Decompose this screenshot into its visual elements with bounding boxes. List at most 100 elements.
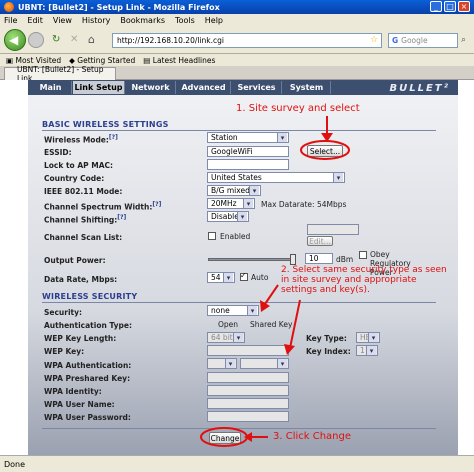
url-text: http://192.168.10.20/link.cgi [117, 36, 224, 45]
bookmark-getting-started[interactable]: ◆ Getting Started [69, 56, 135, 65]
essid-label: ESSID: [44, 148, 72, 157]
auth-open-radio[interactable]: Open [218, 320, 238, 329]
annotation-1: 1. Site survey and select [236, 103, 360, 114]
search-input[interactable]: G Google [388, 33, 458, 48]
menu-view[interactable]: View [53, 16, 72, 25]
menu-file[interactable]: File [4, 16, 17, 25]
width-select[interactable]: 20MHz [207, 198, 255, 209]
browser-tab[interactable]: UBNT: [Bullet2] - Setup Link [4, 65, 116, 83]
minimize-icon[interactable]: _ [430, 1, 442, 12]
key-index-select[interactable]: 1 [356, 345, 378, 356]
wpa-user-input[interactable] [207, 398, 289, 409]
wpa-pass-label: WPA User Password: [44, 413, 131, 422]
back-arrow-icon: ◀ [9, 33, 19, 47]
output-label: Output Power: [44, 256, 106, 265]
wpa-auth-method-select[interactable] [240, 358, 289, 369]
key-type-select[interactable]: HEX [356, 332, 380, 343]
datarate-select[interactable]: 54 [207, 272, 235, 283]
menu-tools[interactable]: Tools [175, 16, 195, 25]
output-unit: dBm [336, 255, 354, 264]
shifting-label: Channel Shifting:[?] [44, 214, 127, 225]
wpa-psk-label: WPA Preshared Key: [44, 374, 131, 383]
security-heading: WIRELESS SECURITY [42, 292, 138, 301]
output-slider-track[interactable] [208, 258, 296, 261]
maximize-icon[interactable]: □ [444, 1, 456, 12]
menu-help[interactable]: Help [205, 16, 223, 25]
wep-length-select[interactable]: 64 bit [207, 332, 245, 343]
menu-bookmarks[interactable]: Bookmarks [120, 16, 165, 25]
reload-icon[interactable]: ↻ [52, 34, 60, 45]
bullet-logo: BULLET² [389, 83, 450, 94]
menu-bar: File Edit View History Bookmarks Tools H… [0, 14, 474, 27]
status-text: Done [4, 459, 26, 469]
output-power-input[interactable]: 10 [305, 253, 333, 264]
key-type-label: Key Type: [306, 334, 347, 343]
wireless-mode-label: Wireless Mode:[?] [44, 134, 118, 145]
obey-checkbox[interactable] [359, 251, 367, 259]
select-button[interactable]: Select... [307, 145, 343, 157]
lock-ap-input[interactable] [207, 159, 289, 170]
auth-type-label: Authentication Type: [44, 321, 132, 330]
output-slider-handle[interactable] [290, 254, 296, 265]
firefox-icon [4, 2, 14, 12]
auth-shared-radio[interactable]: Shared Key [250, 320, 292, 329]
tab-main[interactable]: Main [30, 81, 72, 94]
wpa-pass-input[interactable] [207, 411, 289, 422]
wpa-psk-input[interactable] [207, 372, 289, 383]
window-title: UBNT: [Bullet2] - Setup Link - Mozilla F… [18, 2, 220, 12]
wpa-user-label: WPA User Name: [44, 400, 115, 409]
scan-enabled-checkbox[interactable] [208, 232, 216, 240]
window-titlebar: UBNT: [Bullet2] - Setup Link - Mozilla F… [0, 0, 474, 14]
auto-check-icon: ✓ [240, 271, 247, 280]
lock-ap-label: Lock to AP MAC: [44, 161, 114, 170]
ieee-select[interactable]: B/G mixed [207, 185, 261, 196]
basic-heading: BASIC WIRELESS SETTINGS [42, 120, 169, 129]
tab-network[interactable]: Network [126, 81, 176, 94]
essid-input[interactable]: GoogleWiFi [207, 146, 289, 157]
width-label: Channel Spectrum Width:[?] [44, 201, 162, 212]
tab-system[interactable]: System [283, 81, 331, 94]
basic-divider [42, 130, 436, 131]
tab-services[interactable]: Services [232, 81, 282, 94]
edit-button[interactable]: Edit... [307, 236, 333, 246]
ieee-label: IEEE 802.11 Mode: [44, 187, 123, 196]
wpa-identity-input[interactable] [207, 385, 289, 396]
stop-icon[interactable]: ✕ [70, 34, 78, 45]
bookmark-most-visited[interactable]: ▣ Most Visited [6, 56, 61, 65]
menu-edit[interactable]: Edit [27, 16, 43, 25]
bottom-divider [42, 428, 436, 429]
wpa-auth-label: WPA Authentication: [44, 361, 132, 370]
datarate-label: Data Rate, Mbps: [44, 275, 118, 284]
home-icon[interactable]: ⌂ [88, 33, 95, 46]
annotation-2: 2. Select same security type as seen in … [281, 265, 447, 295]
bookmark-latest-headlines[interactable]: ▤ Latest Headlines [143, 56, 215, 65]
wep-key-input[interactable] [207, 345, 289, 356]
key-index-label: Key Index: [306, 347, 351, 356]
forward-button[interactable] [28, 32, 44, 48]
wpa-auth-select[interactable] [207, 358, 237, 369]
url-bar[interactable]: http://192.168.10.20/link.cgi [112, 33, 382, 48]
menu-history[interactable]: History [82, 16, 110, 25]
wep-length-label: WEP Key Length: [44, 334, 117, 343]
annotation-3: 3. Click Change [273, 431, 352, 442]
security-divider [42, 302, 436, 303]
security-select[interactable]: none [207, 305, 259, 316]
scan-list-input[interactable] [307, 224, 359, 235]
search-placeholder: Google [401, 36, 428, 45]
change-button[interactable]: Change [209, 432, 241, 444]
max-datarate-text: Max Datarate: 54Mbps [261, 200, 347, 209]
google-icon: G [392, 36, 399, 45]
tab-advanced[interactable]: Advanced [177, 81, 231, 94]
close-icon[interactable]: × [458, 1, 470, 12]
shifting-select[interactable]: Disabled [207, 211, 249, 222]
tab-link-setup[interactable]: Link Setup [73, 81, 125, 94]
bookmark-star-icon[interactable]: ☆ [370, 35, 378, 45]
wep-key-label: WEP Key: [44, 347, 85, 356]
wireless-mode-select[interactable]: Station [207, 132, 289, 143]
auto-label: Auto [251, 273, 269, 282]
search-icon[interactable]: ⌕ [461, 35, 466, 45]
wpa-identity-label: WPA Identity: [44, 387, 102, 396]
scan-label: Channel Scan List: [44, 233, 123, 242]
security-label: Security: [44, 308, 83, 317]
country-select[interactable]: United States [207, 172, 345, 183]
